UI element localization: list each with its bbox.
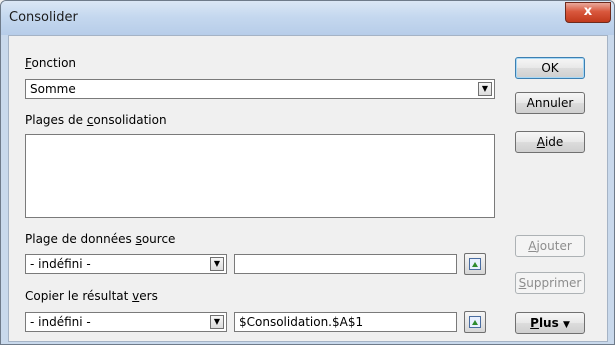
chevron-down-icon[interactable]: ▼: [210, 315, 224, 329]
function-select-value: Somme: [30, 82, 76, 96]
copy-result-label: Copier le résultat vers: [25, 289, 158, 303]
consolidation-ranges-list[interactable]: [25, 134, 495, 218]
consolidate-dialog: Consolider x Fonction Somme ▼ Plages de …: [0, 0, 615, 345]
shrink-dialog-icon: [469, 258, 481, 270]
copy-result-shrink-button[interactable]: [464, 311, 486, 333]
dialog-title: Consolider: [9, 10, 78, 25]
ok-button[interactable]: OK: [515, 57, 585, 79]
chevron-down-icon[interactable]: ▼: [210, 257, 224, 271]
source-range-label: Plage de données source: [25, 232, 176, 246]
shrink-dialog-icon: [469, 316, 481, 328]
help-button[interactable]: Aide: [515, 131, 585, 153]
function-select[interactable]: Somme ▼: [25, 79, 495, 99]
function-label: Fonction: [25, 56, 77, 70]
copy-result-select-value: - indéfini -: [30, 315, 91, 329]
delete-button[interactable]: Supprimer: [515, 272, 585, 294]
source-range-select[interactable]: - indéfini - ▼: [25, 254, 227, 274]
dialog-body: Fonction Somme ▼ Plages de consolidation…: [8, 35, 608, 342]
chevron-down-icon: ▼: [562, 320, 570, 330]
source-range-shrink-button[interactable]: [464, 253, 486, 275]
source-range-input[interactable]: [234, 254, 457, 274]
add-button[interactable]: Ajouter: [515, 235, 585, 257]
source-range-select-value: - indéfini -: [30, 257, 91, 271]
close-button[interactable]: x: [565, 2, 611, 23]
copy-result-select[interactable]: - indéfini - ▼: [25, 312, 227, 332]
close-icon: x: [583, 4, 593, 19]
consolidation-ranges-label: Plages de consolidation: [25, 113, 167, 127]
cancel-button[interactable]: Annuler: [515, 92, 585, 114]
copy-result-input[interactable]: $Consolidation.$A$1: [234, 312, 457, 332]
more-button[interactable]: Plus ▼: [515, 312, 585, 334]
chevron-down-icon[interactable]: ▼: [478, 82, 492, 96]
title-bar[interactable]: Consolider x: [1, 1, 614, 35]
